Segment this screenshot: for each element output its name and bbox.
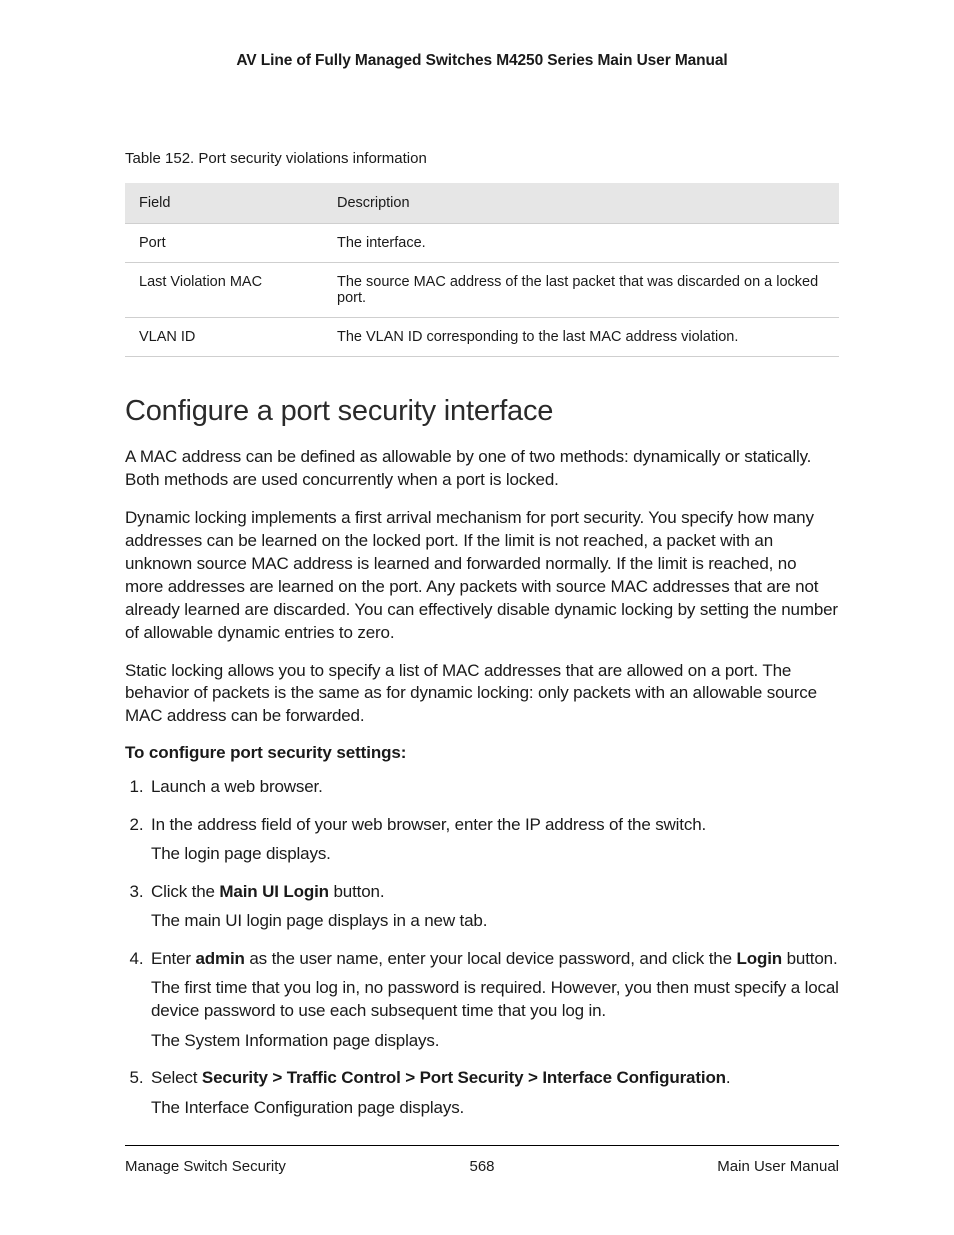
- step-text: .: [726, 1068, 731, 1087]
- step-item: In the address field of your web browser…: [148, 813, 839, 866]
- bold-text: admin: [195, 949, 244, 968]
- footer-left: Manage Switch Security: [125, 1158, 286, 1175]
- step-text: as the user name, enter your local devic…: [245, 949, 737, 968]
- bold-text: Security > Traffic Control > Port Securi…: [202, 1068, 726, 1087]
- step-text: Enter: [151, 949, 195, 968]
- bold-text: Login: [737, 949, 783, 968]
- step-item: Click the Main UI Login button. The main…: [148, 880, 839, 933]
- cell-field: VLAN ID: [125, 318, 323, 357]
- paragraph: Static locking allows you to specify a l…: [125, 660, 839, 729]
- footer-right: Main User Manual: [717, 1158, 839, 1175]
- step-text: In the address field of your web browser…: [151, 815, 706, 834]
- th-description: Description: [323, 183, 839, 224]
- step-subtext: The main UI login page displays in a new…: [151, 909, 839, 932]
- step-subtext: The first time that you log in, no passw…: [151, 976, 839, 1023]
- step-subtext: The login page displays.: [151, 842, 839, 865]
- violations-table: Field Description Port The interface. La…: [125, 183, 839, 357]
- cell-field: Port: [125, 224, 323, 263]
- cell-description: The interface.: [323, 224, 839, 263]
- steps-list: Launch a web browser. In the address fie…: [125, 775, 839, 1119]
- step-item: Enter admin as the user name, enter your…: [148, 947, 839, 1053]
- cell-description: The VLAN ID corresponding to the last MA…: [323, 318, 839, 357]
- step-text: Launch a web browser.: [151, 777, 323, 796]
- step-item: Launch a web browser.: [148, 775, 839, 798]
- table-header-row: Field Description: [125, 183, 839, 224]
- page-footer: Manage Switch Security 568 Main User Man…: [125, 1145, 839, 1175]
- step-text: Select: [151, 1068, 202, 1087]
- step-text: button.: [329, 882, 385, 901]
- th-field: Field: [125, 183, 323, 224]
- paragraph: A MAC address can be defined as allowabl…: [125, 446, 839, 492]
- cell-description: The source MAC address of the last packe…: [323, 263, 839, 318]
- table-row: Port The interface.: [125, 224, 839, 263]
- step-item: Select Security > Traffic Control > Port…: [148, 1066, 839, 1119]
- bold-text: Main UI Login: [219, 882, 328, 901]
- step-text: Click the: [151, 882, 219, 901]
- step-subtext: The System Information page displays.: [151, 1029, 839, 1052]
- table-caption: Table 152. Port security violations info…: [125, 150, 839, 167]
- step-text: button.: [782, 949, 838, 968]
- table-row: Last Violation MAC The source MAC addres…: [125, 263, 839, 318]
- document-header: AV Line of Fully Managed Switches M4250 …: [125, 52, 839, 70]
- cell-field: Last Violation MAC: [125, 263, 323, 318]
- table-row: VLAN ID The VLAN ID corresponding to the…: [125, 318, 839, 357]
- page: AV Line of Fully Managed Switches M4250 …: [0, 0, 954, 1235]
- procedure-lead: To configure port security settings:: [125, 743, 839, 763]
- section-heading: Configure a port security interface: [125, 395, 839, 428]
- paragraph: Dynamic locking implements a first arriv…: [125, 507, 839, 645]
- step-subtext: The Interface Configuration page display…: [151, 1096, 839, 1119]
